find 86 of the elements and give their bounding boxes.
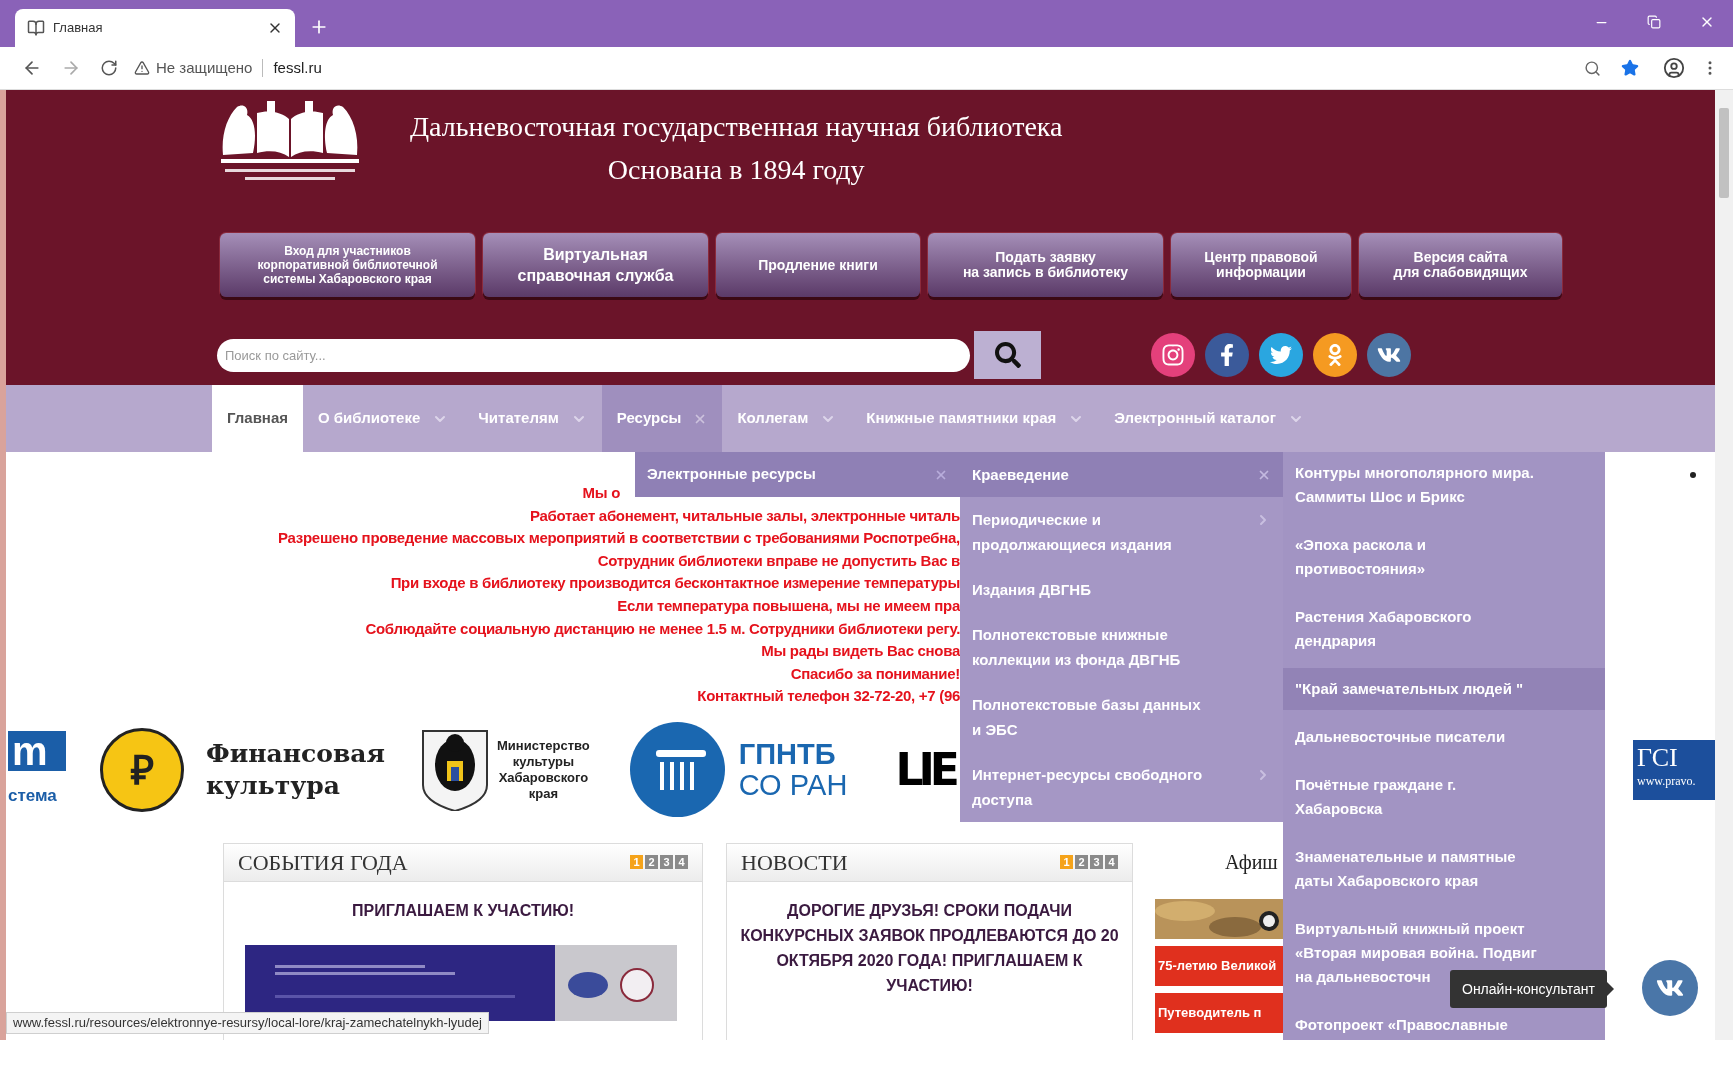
reload-icon[interactable] — [100, 59, 118, 77]
page-tab[interactable]: 4 — [1105, 855, 1118, 870]
menu-item[interactable]: Полнотекстовые книжные коллекции из фонда ДВГНБ — [960, 612, 1283, 682]
twitter-icon[interactable] — [1259, 333, 1303, 377]
search-field[interactable]: Поиск по сайту... — [217, 338, 970, 372]
header-link-button[interactable]: Виртуальная справочная служба — [483, 233, 708, 297]
bear-crest-icon — [421, 728, 489, 811]
book-icon — [27, 19, 45, 37]
page-tab[interactable]: 3 — [660, 855, 673, 870]
header-link-button[interactable]: Продление книги — [716, 233, 920, 297]
panel-headline[interactable]: ДОРОГИЕ ДРУЗЬЯ! СРОКИ ПОДАЧИ КОНКУРСНЫХ ЗАЯВОК ПРОДЛЕВАЮТСЯ ДО 20 ОКТЯБРЯ 2020 ГОДА! ПРИГЛАШАЕМ К УЧАСТИЮ! — [727, 897, 1132, 998]
legal-portal-logo: ГСІ www.pravo. — [1633, 739, 1715, 800]
panel-title: Афиш — [1225, 849, 1279, 876]
scrollbar[interactable] — [1715, 90, 1733, 1040]
browser-tab[interactable]: Главная — [15, 9, 295, 47]
search-icon — [994, 342, 1021, 368]
notice-line: Мы о — [582, 483, 620, 503]
tooltip: Онлайн-консультант — [1450, 970, 1607, 1008]
menu-item[interactable]: Растения Хабаровского дендрария — [1283, 596, 1605, 662]
header-link-button[interactable]: Версия сайта для слабовидящих — [1359, 233, 1562, 297]
facebook-icon[interactable] — [1205, 333, 1249, 377]
logo-text: LIE — [895, 742, 955, 797]
panel-title: НОВОСТИ — [741, 848, 848, 877]
menu-item[interactable]: Полнотекстовые базы данных и ЭБС — [960, 682, 1283, 752]
logo-text: ГПНТБ СО РАН — [738, 738, 848, 801]
notice-line: Спасибо за понимание! — [790, 663, 960, 684]
notice-line: Если температура повышена, мы не имеем пра — [617, 595, 960, 616]
nav-item[interactable]: Коллегам — [722, 385, 852, 452]
menu-item[interactable]: Интернет-ресурсы свободного доступа — [960, 752, 1283, 822]
nav-item[interactable]: Книжные памятники края — [851, 385, 1100, 452]
column-logo-icon — [629, 722, 725, 818]
header-link-button[interactable]: Вход для участников корпоративной библиотечной системы Хабаровского края — [220, 233, 475, 297]
zoom-icon[interactable] — [1584, 59, 1601, 77]
menu-item[interactable]: "Край замечательных людей " — [1283, 668, 1605, 710]
page-tab[interactable]: 1 — [1060, 855, 1073, 870]
event-banner[interactable]: Путеводитель п — [1155, 992, 1283, 1033]
restore-icon[interactable] — [1647, 15, 1661, 29]
logo-text: Министерство культуры Хабаровского края — [497, 737, 590, 802]
logo-text: стема — [8, 785, 57, 808]
menu-item[interactable]: Знаменательные и памятные даты Хабаровского края — [1283, 836, 1605, 902]
vk-icon[interactable] — [1367, 333, 1411, 377]
notice-line: Соблюдайте социальную дистанцию не менее 1.5 м. Сотрудники библиотеки регу. — [365, 618, 960, 639]
notice-line: Сотрудник библиотеки вправе не допустить Вас в — [597, 550, 960, 571]
panel-title: СОБЫТИЯ ГОДА — [238, 848, 408, 877]
notice-line: Контактный телефон 32-72-20, +7 (96 — [697, 686, 960, 707]
menu-item[interactable]: Почётные граждане г. Хабаровска — [1283, 764, 1605, 830]
page-tab[interactable]: 4 — [675, 855, 688, 870]
logo-mark: m — [8, 731, 66, 772]
event-banner[interactable]: 75-летию Великой — [1155, 945, 1283, 986]
nav-item[interactable]: Ресурсы — [601, 385, 723, 452]
notice-line: Мы рады видеть Вас снова — [761, 641, 960, 662]
menu-item[interactable]: Издания ДВГНБ — [960, 567, 1283, 612]
notice-line: Разрешено проведение массовых мероприятий в соответствии с требованиями Роспотребна, — [278, 528, 960, 549]
menu-item[interactable]: Дальневосточные писатели — [1283, 716, 1605, 758]
menu-item[interactable]: «Эпоха раскола и противостояния» — [1283, 524, 1605, 590]
header-link-button[interactable]: Подать заявку на запись в библиотеку — [928, 233, 1163, 297]
menu-item[interactable]: Контуры многополярного мира. Саммиты Шос и Брикс — [1283, 452, 1605, 518]
odnoklassniki-icon[interactable] — [1313, 333, 1357, 377]
nav-item[interactable]: Читателям — [463, 385, 602, 452]
page-tab[interactable]: 1 — [630, 855, 643, 870]
address-field[interactable]: Не защищено fessl.ru — [134, 52, 1584, 84]
ruble-coin-icon: ₽ — [100, 727, 184, 812]
instagram-icon[interactable] — [1151, 333, 1195, 377]
account-icon[interactable] — [1663, 57, 1685, 79]
site-title: Дальневосточная государственная научная библиотека — [410, 110, 1063, 144]
status-url: www.fessl.ru/resources/elektronnye-resursy/local-lore/kraj-zamechatelnykh-lyudej — [6, 1012, 489, 1034]
tab-title: Главная — [53, 19, 104, 38]
notice-line: Работает абонемент, читальные залы, электронные читаль — [530, 505, 960, 526]
panel-headline[interactable]: ПРИГЛАШАЕМ К УЧАСТИЮ! — [224, 897, 702, 923]
notice-line: При входе в библиотеку производится бесконтактное измерение температуры — [390, 573, 960, 594]
warning-icon — [134, 60, 150, 76]
search-button[interactable] — [974, 331, 1041, 379]
vk-chat-button[interactable] — [1642, 960, 1698, 1016]
logo-text: Финансовая культура — [206, 737, 385, 802]
page-tab[interactable]: 3 — [1090, 855, 1103, 870]
site-subtitle: Основана в 1894 году — [607, 153, 865, 187]
page-tab[interactable]: 2 — [1075, 855, 1088, 870]
tooltip-pointer-icon — [1606, 982, 1614, 996]
menu-item[interactable]: Периодические и продолжающиеся издания — [960, 497, 1283, 567]
star-icon[interactable] — [1621, 59, 1639, 77]
nav-item[interactable]: О библиотеке — [303, 385, 464, 452]
header-link-button[interactable]: Центр правовой информации — [1171, 233, 1351, 297]
nav-item[interactable]: Электронный каталог — [1099, 385, 1319, 452]
page-tab[interactable]: 2 — [645, 855, 658, 870]
menu-item[interactable]: Краеведение — [960, 452, 1283, 497]
nav-item[interactable]: Главная — [212, 385, 303, 452]
